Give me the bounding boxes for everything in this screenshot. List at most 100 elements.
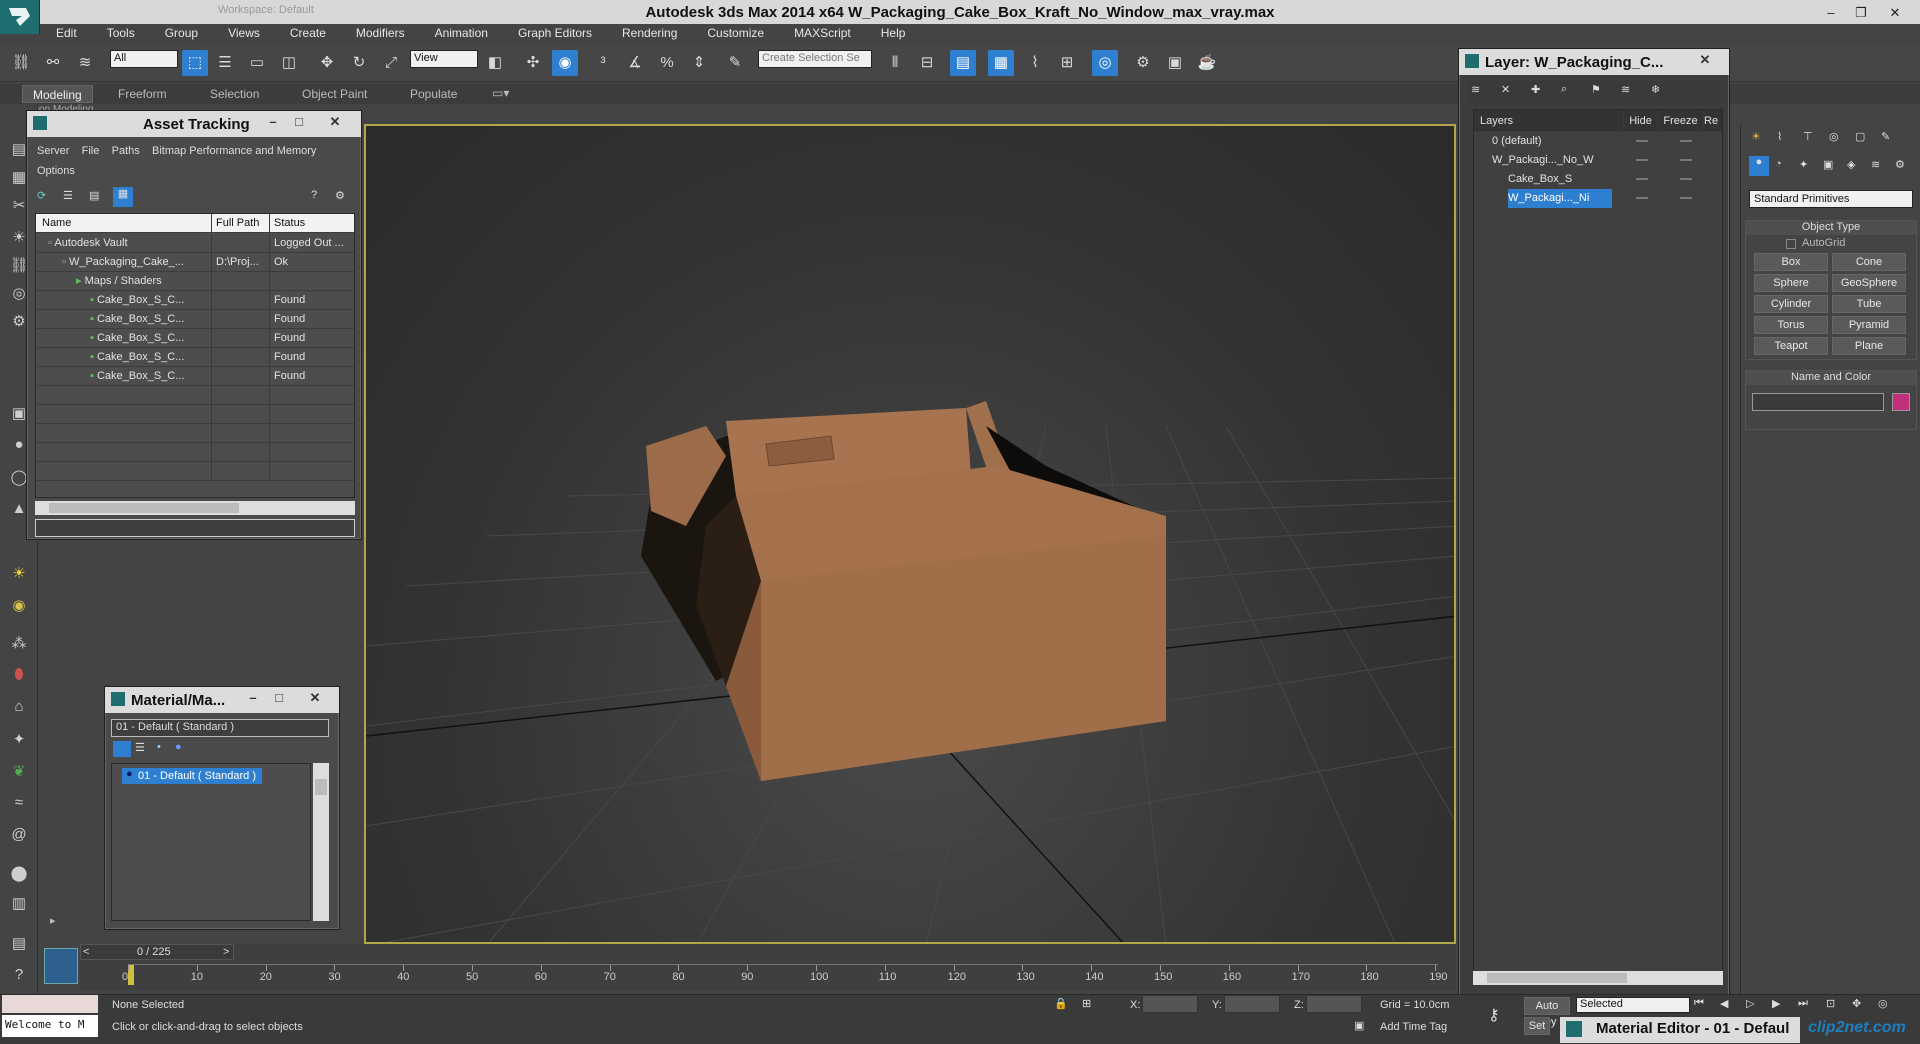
torus-button[interactable]: Torus <box>1754 316 1828 334</box>
menu-group[interactable]: Group <box>149 24 212 40</box>
close-icon[interactable]: ✕ <box>305 690 325 706</box>
layer-row[interactable]: Cake_Box_S <box>1474 170 1722 189</box>
geosphere-button[interactable]: GeoSphere <box>1832 274 1906 292</box>
selection-filter-dropdown[interactable]: All <box>110 50 178 68</box>
menu-options[interactable]: Options <box>37 165 75 177</box>
rotate-icon[interactable]: ↻ <box>346 50 372 76</box>
menu-rendering[interactable]: Rendering <box>606 24 691 40</box>
table-row[interactable]: ▫ Autodesk Vault Logged Out ... <box>36 234 354 253</box>
previous-key-icon[interactable]: ◀ <box>1720 997 1728 1010</box>
spiral-icon[interactable]: @ <box>8 826 30 848</box>
helpers-icon[interactable]: ◈ <box>1847 158 1855 171</box>
render-production-icon[interactable]: ☕ <box>1194 50 1220 76</box>
zoom-extents-icon[interactable]: ⊡ <box>1826 997 1835 1010</box>
mini-curve-editor-icon[interactable] <box>44 948 78 984</box>
key-filter-dropdown[interactable]: Selected <box>1576 997 1690 1013</box>
delete-layer-icon[interactable]: ✕ <box>1501 83 1510 96</box>
table-icon[interactable]: ▥ <box>8 894 30 916</box>
reference-coordinate-dropdown[interactable]: View <box>410 50 478 68</box>
object-color-swatch[interactable] <box>1892 393 1910 411</box>
hide-toggle[interactable] <box>1636 178 1648 180</box>
hierarchy-tab-icon[interactable]: ⊤ <box>1803 130 1813 143</box>
create-tab-icon[interactable]: ☀ <box>1751 130 1761 143</box>
name-color-header[interactable]: Name and Color <box>1746 371 1916 385</box>
table-row[interactable]: ▫ W_Packaging_Cake_... D:\Proj... Ok <box>36 253 354 272</box>
utilities-tab-icon[interactable]: ✎ <box>1881 130 1890 143</box>
table-row[interactable]: ▪ Cake_Box_S_C... Found <box>36 291 354 310</box>
mirror-icon[interactable]: ⫴ <box>882 50 908 76</box>
restore-icon[interactable]: ❐ <box>1846 2 1876 24</box>
minimize-icon[interactable]: – <box>1816 2 1846 24</box>
time-tag-icon[interactable]: ▣ <box>1354 1019 1364 1032</box>
small-sphere-icon[interactable]: • <box>157 741 161 753</box>
menu-tools[interactable]: Tools <box>91 24 149 40</box>
schematic-view-icon[interactable]: ⊞ <box>1054 50 1080 76</box>
menu-file[interactable]: File <box>82 145 100 157</box>
snaps-toggle-icon[interactable]: ³ <box>590 50 616 76</box>
column-full-path[interactable]: Full Path <box>212 214 270 233</box>
object-name-input[interactable] <box>1752 393 1884 411</box>
list-view-icon[interactable] <box>113 741 131 757</box>
menu-customize[interactable]: Customize <box>691 24 778 40</box>
close-icon[interactable]: ✕ <box>325 114 345 130</box>
list-view-icon[interactable]: ☰ <box>63 189 73 202</box>
table-row[interactable]: ▪ Cake_Box_S_C... Found <box>36 310 354 329</box>
perspective-viewport[interactable] <box>364 124 1456 944</box>
tab-populate[interactable]: Populate <box>410 87 457 101</box>
named-selection-set-input[interactable]: Create Selection Se <box>758 50 872 68</box>
geometry-icon[interactable]: ● <box>1749 156 1769 176</box>
tab-selection[interactable]: Selection <box>210 87 259 101</box>
refresh-icon[interactable]: ⟳ <box>37 189 46 202</box>
scrollbar-thumb[interactable] <box>1487 973 1627 983</box>
minimize-icon[interactable]: – <box>243 690 263 705</box>
scrollbar-thumb[interactable] <box>49 503 239 513</box>
layer-titlebar[interactable]: Layer: W_Packaging_C... ✕ <box>1459 49 1729 75</box>
workspace-selector[interactable]: Workspace: Default <box>218 4 338 16</box>
tube-button[interactable]: Tube <box>1832 295 1906 313</box>
angle-snap-icon[interactable]: ∡ <box>622 50 648 76</box>
go-to-end-icon[interactable]: ⏭ <box>1798 997 1808 1010</box>
next-frame-icon[interactable]: > <box>223 946 229 958</box>
modify-tab-icon[interactable]: ⌇ <box>1777 130 1782 143</box>
rendered-frame-window-icon[interactable]: ▣ <box>1162 50 1188 76</box>
maximize-icon[interactable]: □ <box>269 690 289 705</box>
freeze-all-icon[interactable]: ❄ <box>1651 83 1660 96</box>
prev-frame-icon[interactable]: < <box>83 946 89 958</box>
light-icon[interactable]: ◉ <box>8 596 30 618</box>
material-map-titlebar[interactable]: Material/Ma... – □ ✕ <box>105 687 339 713</box>
systems-icon[interactable]: ⚙ <box>1895 158 1905 171</box>
freeze-toggle[interactable] <box>1680 159 1692 161</box>
settings-icon[interactable]: ⚙ <box>335 189 345 202</box>
move-icon[interactable]: ✥ <box>314 50 340 76</box>
material-editor-icon[interactable]: ◎ <box>1092 50 1118 76</box>
lights-icon[interactable]: ✦ <box>1799 158 1808 171</box>
auto-key-button[interactable]: Auto Key <box>1524 997 1570 1028</box>
tab-modeling[interactable]: Modeling <box>22 85 93 103</box>
time-slider[interactable]: < 0 / 225 > <box>80 944 234 960</box>
shaded-sphere-icon[interactable]: ⬤ <box>8 864 30 886</box>
vertical-scrollbar[interactable] <box>313 763 329 921</box>
minimize-icon[interactable]: – <box>263 114 283 129</box>
help-icon[interactable]: ? <box>311 189 317 201</box>
column-layers[interactable]: Layers <box>1474 110 1624 132</box>
table-row[interactable]: ▪ Cake_Box_S_C... Found <box>36 329 354 348</box>
camera-icon[interactable]: ⌂ <box>8 698 30 720</box>
add-time-tag[interactable]: Add Time Tag <box>1380 1021 1447 1033</box>
percent-snap-icon[interactable]: % <box>654 50 680 76</box>
tab-freeform[interactable]: Freeform <box>118 87 167 101</box>
orbit-icon[interactable]: ◎ <box>1878 997 1888 1010</box>
material-list-item[interactable]: 01 - Default ( Standard ) <box>122 768 262 784</box>
small-icons-icon[interactable]: ☰ <box>135 741 145 754</box>
pan-icon[interactable]: ✥ <box>1852 997 1861 1010</box>
menu-bitmap-performance[interactable]: Bitmap Performance and Memory <box>152 145 316 157</box>
expand-arrow-icon[interactable]: ▸ <box>50 914 68 932</box>
key-icon[interactable]: ⚷ <box>1488 1005 1500 1025</box>
x-coordinate-field[interactable] <box>1142 995 1198 1013</box>
asset-tracking-titlebar[interactable]: Asset Tracking – □ ✕ <box>27 111 361 137</box>
maximize-icon[interactable]: □ <box>289 114 309 129</box>
maxscript-listener[interactable]: Welcome to M <box>2 1015 98 1037</box>
helper-icon[interactable]: ✦ <box>8 730 30 752</box>
layer-icon[interactable]: ≋ <box>1471 83 1480 96</box>
hair-icon[interactable]: ≈ <box>8 794 30 816</box>
scale-icon[interactable]: ⤢ <box>378 50 404 76</box>
